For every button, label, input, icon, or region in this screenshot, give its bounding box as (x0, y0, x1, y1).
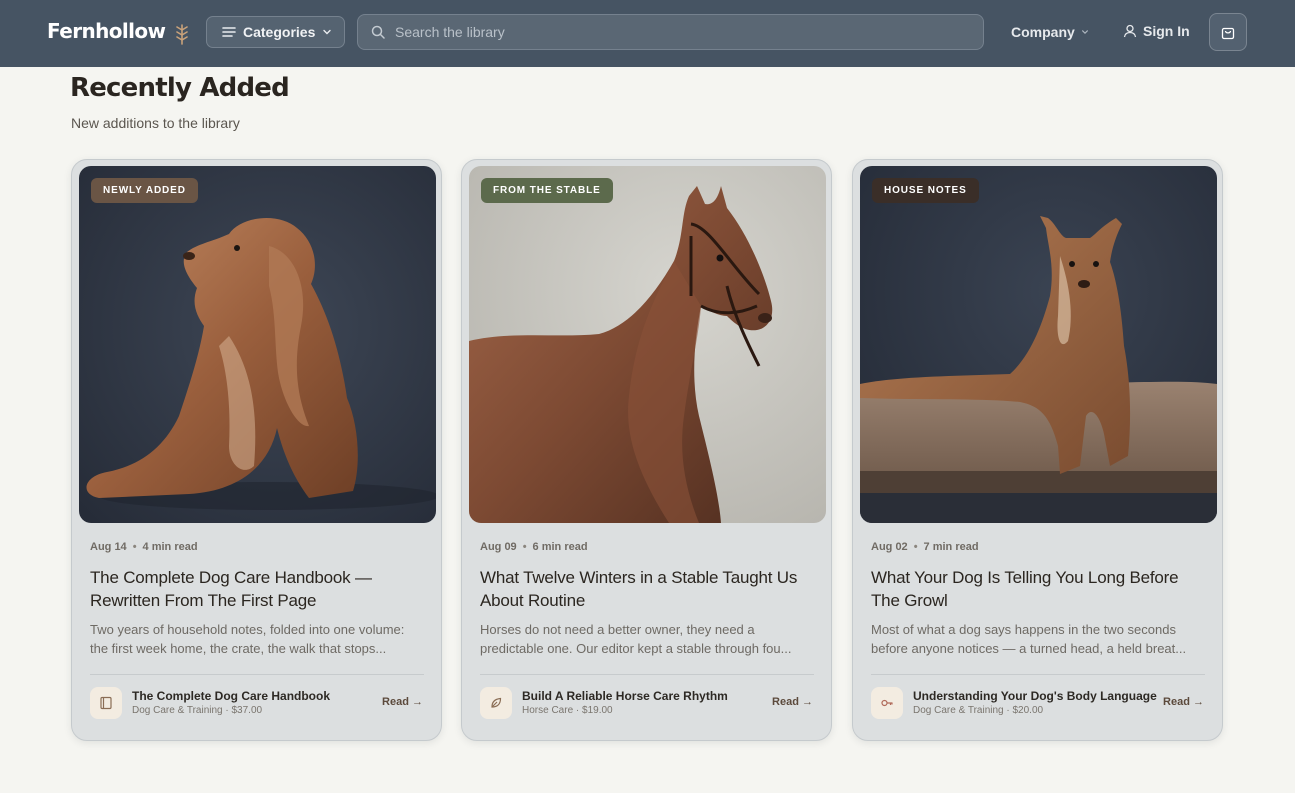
meta-separator: • (132, 541, 137, 553)
sign-in-link[interactable]: Sign In (1123, 23, 1190, 39)
product-icon-badge (480, 687, 512, 719)
dog-on-ottoman-photo (860, 166, 1217, 523)
article-date: Aug 02 (871, 541, 908, 553)
menu-icon (222, 27, 236, 37)
read-link[interactable]: Read → (772, 696, 813, 708)
article-card[interactable]: FROM THE STABLE Aug 09 • 6 min read What… (461, 159, 832, 741)
product-name[interactable]: The Complete Dog Care Handbook (132, 689, 330, 703)
top-nav-bar: Fernhollow Categories Company Sign In (0, 0, 1295, 67)
chevron-down-icon (1081, 30, 1088, 34)
categories-label: Categories (243, 24, 316, 40)
company-label: Company (1011, 24, 1075, 40)
card-divider (480, 674, 814, 675)
meta-separator: • (913, 541, 918, 553)
chevron-down-icon (323, 29, 332, 35)
horse-photo (469, 166, 826, 523)
article-excerpt: Most of what a dog says happens in the t… (871, 622, 1187, 656)
search-icon (371, 25, 385, 39)
article-excerpt: Two years of household notes, folded int… (90, 622, 405, 656)
leaf-icon (491, 697, 502, 708)
section-subtitle: New additions to the library (71, 115, 240, 131)
article-read-time: 7 min read (923, 541, 979, 553)
read-link[interactable]: Read → (1163, 696, 1204, 708)
key-icon (881, 699, 893, 707)
article-card[interactable]: NEWLY ADDED Aug 14 • 4 min read The Comp… (71, 159, 442, 741)
article-meta: Aug 09 • 6 min read (480, 541, 588, 553)
card-tag: NEWLY ADDED (91, 178, 198, 203)
card-divider (90, 674, 424, 675)
article-meta: Aug 02 • 7 min read (871, 541, 979, 553)
search-input[interactable] (395, 24, 955, 40)
article-title[interactable]: The Complete Dog Care Handbook — Rewritt… (90, 566, 430, 612)
product-name[interactable]: Understanding Your Dog's Body Language (913, 689, 1157, 703)
card-tag: HOUSE NOTES (872, 178, 979, 203)
categories-button[interactable]: Categories (206, 16, 345, 48)
company-menu[interactable]: Company (1011, 24, 1089, 40)
product-icon-badge (90, 687, 122, 719)
book-icon (100, 696, 112, 710)
meta-separator: • (522, 541, 527, 553)
article-title[interactable]: What Twelve Winters in a Stable Taught U… (480, 566, 820, 612)
article-title[interactable]: What Your Dog Is Telling You Long Before… (871, 566, 1211, 612)
article-read-time: 4 min read (142, 541, 198, 553)
article-meta: Aug 14 • 4 min read (90, 541, 198, 553)
dog-photo (79, 166, 436, 523)
article-excerpt: Horses do not need a better owner, they … (480, 622, 792, 656)
card-divider (871, 674, 1205, 675)
article-date: Aug 14 (90, 541, 127, 553)
section-title: Recently Added (70, 73, 290, 103)
sign-in-label: Sign In (1143, 23, 1190, 39)
read-link[interactable]: Read → (382, 696, 423, 708)
shopping-bag-icon (1221, 27, 1235, 40)
article-date: Aug 09 (480, 541, 517, 553)
card-tag: FROM THE STABLE (481, 178, 613, 203)
search-bar[interactable] (357, 14, 984, 50)
article-image-dog-spaniel: NEWLY ADDED (79, 166, 436, 523)
product-category-price: Horse Care · $19.00 (522, 705, 613, 716)
product-icon-badge (871, 687, 903, 719)
article-image-dog-lying: HOUSE NOTES (860, 166, 1217, 523)
article-image-horse: FROM THE STABLE (469, 166, 826, 523)
wheat-icon (176, 24, 188, 45)
cart-button[interactable] (1209, 13, 1247, 51)
product-name[interactable]: Build A Reliable Horse Care Rhythm (522, 689, 728, 703)
brand-logo[interactable]: Fernhollow (47, 19, 166, 43)
user-icon (1123, 24, 1137, 38)
product-category-price: Dog Care & Training · $20.00 (913, 705, 1044, 716)
product-category-price: Dog Care & Training · $37.00 (132, 705, 263, 716)
article-read-time: 6 min read (532, 541, 588, 553)
article-card[interactable]: HOUSE NOTES Aug 02 • 7 min read What You… (852, 159, 1223, 741)
